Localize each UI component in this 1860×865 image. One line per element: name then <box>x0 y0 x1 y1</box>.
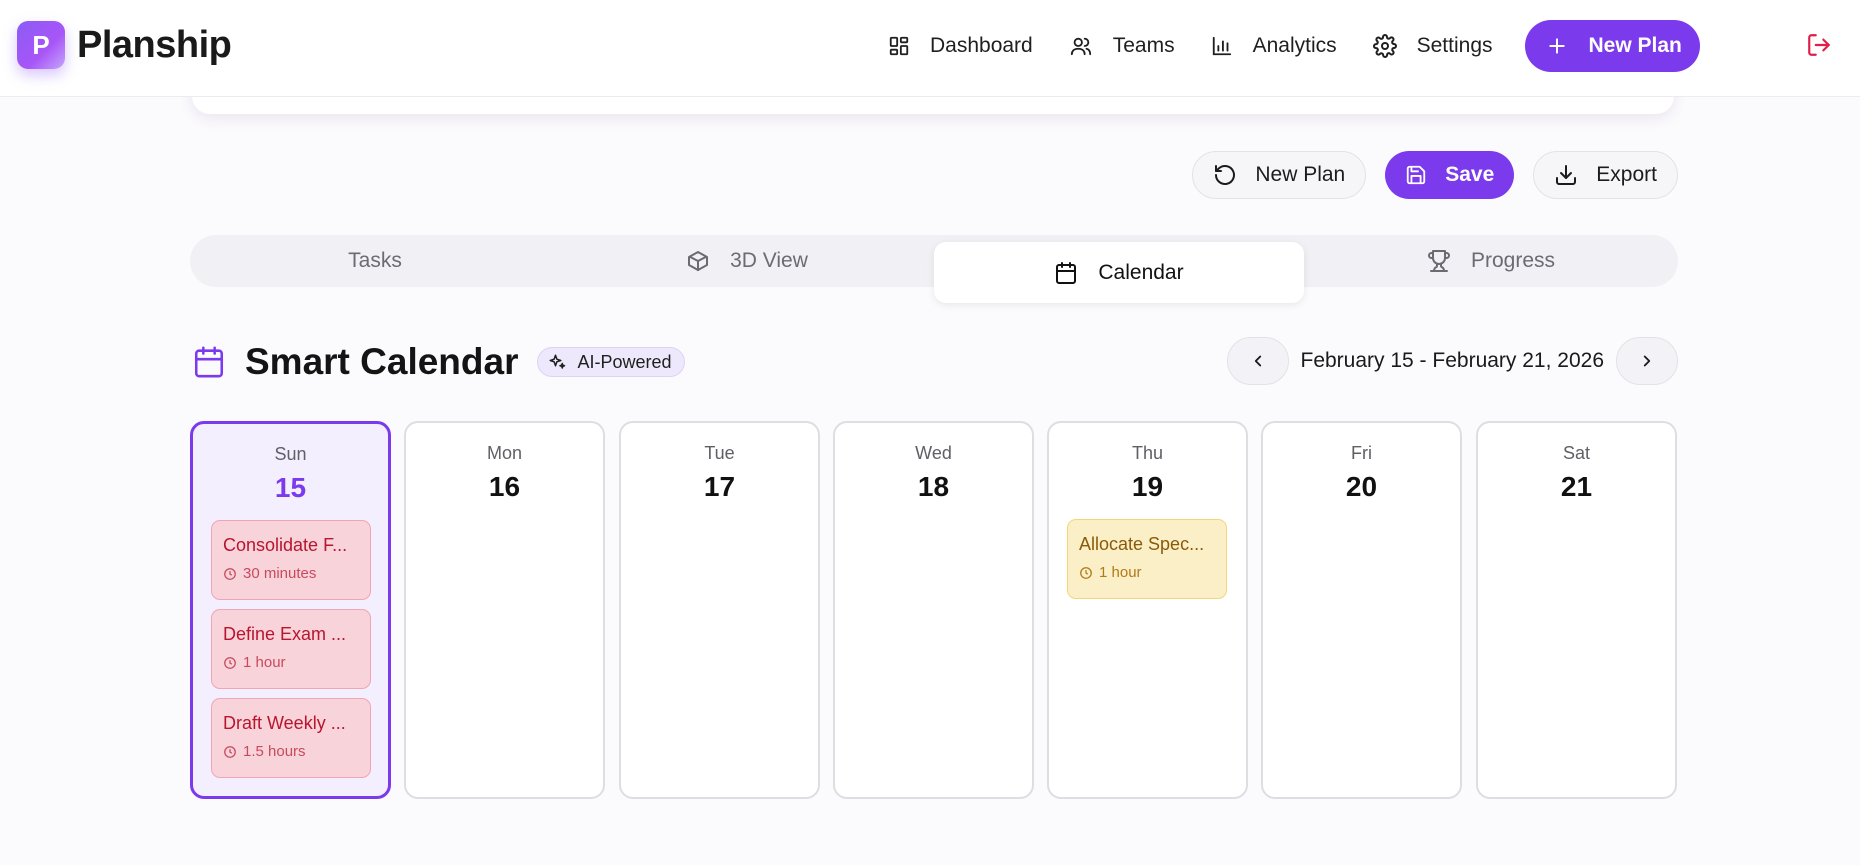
day-column-sun[interactable]: Sun 15 Consolidate F... 30 minutes Defin… <box>190 421 391 799</box>
tab-progress[interactable]: Progress <box>1306 235 1676 287</box>
day-column-sat[interactable]: Sat 21 <box>1476 421 1677 799</box>
clock-icon <box>223 656 243 670</box>
task-name: Consolidate F... <box>223 535 348 555</box>
plan-actions: New Plan Save Export <box>1192 151 1678 199</box>
refresh-icon <box>1213 163 1255 187</box>
trophy-icon <box>1427 249 1471 273</box>
task-name: Allocate Spec... <box>1079 534 1205 554</box>
calendar-title-icon <box>192 344 226 380</box>
calendar-title: Smart Calendar <box>245 341 519 382</box>
date-range-label: February 15 - February 21, 2026 <box>1300 349 1605 372</box>
clock-icon <box>223 745 243 759</box>
task-duration-label: 30 minutes <box>243 565 317 582</box>
bar-chart-icon <box>1211 35 1253 57</box>
task-duration-label: 1.5 hours <box>243 743 306 760</box>
tab-tasks-label: Tasks <box>348 249 402 272</box>
brand[interactable]: P Planship <box>17 21 232 69</box>
gear-icon <box>1372 34 1417 58</box>
day-name: Fri <box>1351 443 1372 463</box>
nav-teams-label: Teams <box>1112 34 1175 57</box>
day-number: 18 <box>917 471 950 502</box>
day-column-thu[interactable]: Thu 19 Allocate Spec... 1 hour <box>1047 421 1248 799</box>
nav-settings[interactable]: Settings <box>1355 20 1511 72</box>
nav-analytics-label: Analytics <box>1252 34 1337 57</box>
task-card[interactable]: Draft Weekly ... 1.5 hours <box>211 698 371 778</box>
task-duration: 1 hour <box>223 654 360 671</box>
tab-progress-label: Progress <box>1470 249 1556 272</box>
previous-week-button[interactable] <box>1226 337 1289 385</box>
tab-3d-view-label: 3D View <box>730 249 808 272</box>
new-plan-label: New Plan <box>1255 163 1346 186</box>
logout-icon <box>1806 32 1834 58</box>
export-button[interactable]: Export <box>1533 151 1678 199</box>
nav-analytics[interactable]: Analytics <box>1193 20 1355 72</box>
day-column-wed[interactable]: Wed 18 <box>833 421 1034 799</box>
task-duration: 30 minutes <box>223 565 360 582</box>
day-column-fri[interactable]: Fri 20 <box>1261 421 1462 799</box>
clock-icon <box>223 567 243 581</box>
day-number: 20 <box>1345 471 1378 502</box>
save-label: Save <box>1445 163 1495 186</box>
task-duration: 1.5 hours <box>223 743 360 760</box>
new-plan-button[interactable]: New Plan <box>1192 151 1367 199</box>
ai-powered-label: AI-Powered <box>577 351 672 372</box>
task-card[interactable]: Define Exam ... 1 hour <box>211 609 371 689</box>
chevron-right-icon <box>1638 352 1656 370</box>
day-column-tue[interactable]: Tue 17 <box>619 421 820 799</box>
app-name: Planship <box>77 23 232 66</box>
users-icon <box>1069 35 1113 57</box>
tab-calendar[interactable]: Calendar <box>934 242 1304 303</box>
week-grid: Sun 15 Consolidate F... 30 minutes Defin… <box>190 421 1678 799</box>
logout-button[interactable] <box>1806 32 1834 60</box>
calendar-icon <box>1054 261 1098 285</box>
day-number: 21 <box>1560 471 1593 502</box>
top-navigation: P Planship Dashboard Teams Analytics Set… <box>0 0 1860 97</box>
new-plan-header-button[interactable]: New Plan <box>1524 20 1700 72</box>
task-duration: 1 hour <box>1079 564 1216 581</box>
day-name: Thu <box>1131 443 1164 463</box>
task-duration-label: 1 hour <box>1099 564 1142 581</box>
day-number: 16 <box>488 471 521 502</box>
task-name: Define Exam ... <box>223 624 347 644</box>
dashboard-icon <box>888 35 930 57</box>
ai-powered-badge: AI-Powered <box>536 347 685 377</box>
new-plan-header-label: New Plan <box>1588 34 1682 57</box>
next-week-button[interactable] <box>1616 337 1678 385</box>
tab-calendar-label: Calendar <box>1098 260 1184 284</box>
day-number: 15 <box>274 472 307 503</box>
day-number: 17 <box>703 471 736 502</box>
chevron-left-icon <box>1249 352 1267 370</box>
calendar-header: Smart Calendar AI-Powered <box>192 338 685 386</box>
save-icon <box>1405 164 1445 186</box>
tab-3d-view[interactable]: 3D View <box>562 235 932 287</box>
download-icon <box>1554 163 1596 187</box>
task-name: Draft Weekly ... <box>223 713 346 733</box>
nav-dashboard[interactable]: Dashboard <box>870 20 1051 72</box>
save-button[interactable]: Save <box>1385 151 1515 199</box>
export-label: Export <box>1596 163 1657 186</box>
date-range-nav: February 15 - February 21, 2026 <box>1226 336 1678 386</box>
day-number: 19 <box>1131 471 1164 502</box>
day-name: Wed <box>915 443 952 463</box>
day-name: Mon <box>486 443 522 463</box>
nav-teams[interactable]: Teams <box>1051 20 1193 72</box>
day-name: Tue <box>704 443 735 463</box>
task-duration-label: 1 hour <box>243 654 286 671</box>
clock-icon <box>1079 566 1099 580</box>
task-card[interactable]: Consolidate F... 30 minutes <box>211 520 371 600</box>
view-tabs: Tasks 3D View Calendar Progress <box>190 235 1678 303</box>
day-name: Sat <box>1562 443 1591 463</box>
main-nav: Dashboard Teams Analytics Settings New P… <box>870 20 1700 72</box>
nav-settings-label: Settings <box>1416 34 1493 57</box>
task-card[interactable]: Allocate Spec... 1 hour <box>1067 519 1227 599</box>
cube-icon <box>686 249 730 273</box>
day-name: Sun <box>274 444 307 464</box>
day-column-mon[interactable]: Mon 16 <box>404 421 605 799</box>
app-logo: P <box>17 21 65 69</box>
sparkles-icon <box>548 353 578 371</box>
nav-dashboard-label: Dashboard <box>930 34 1033 57</box>
tab-tasks[interactable]: Tasks <box>190 235 560 287</box>
plus-icon <box>1547 36 1589 56</box>
